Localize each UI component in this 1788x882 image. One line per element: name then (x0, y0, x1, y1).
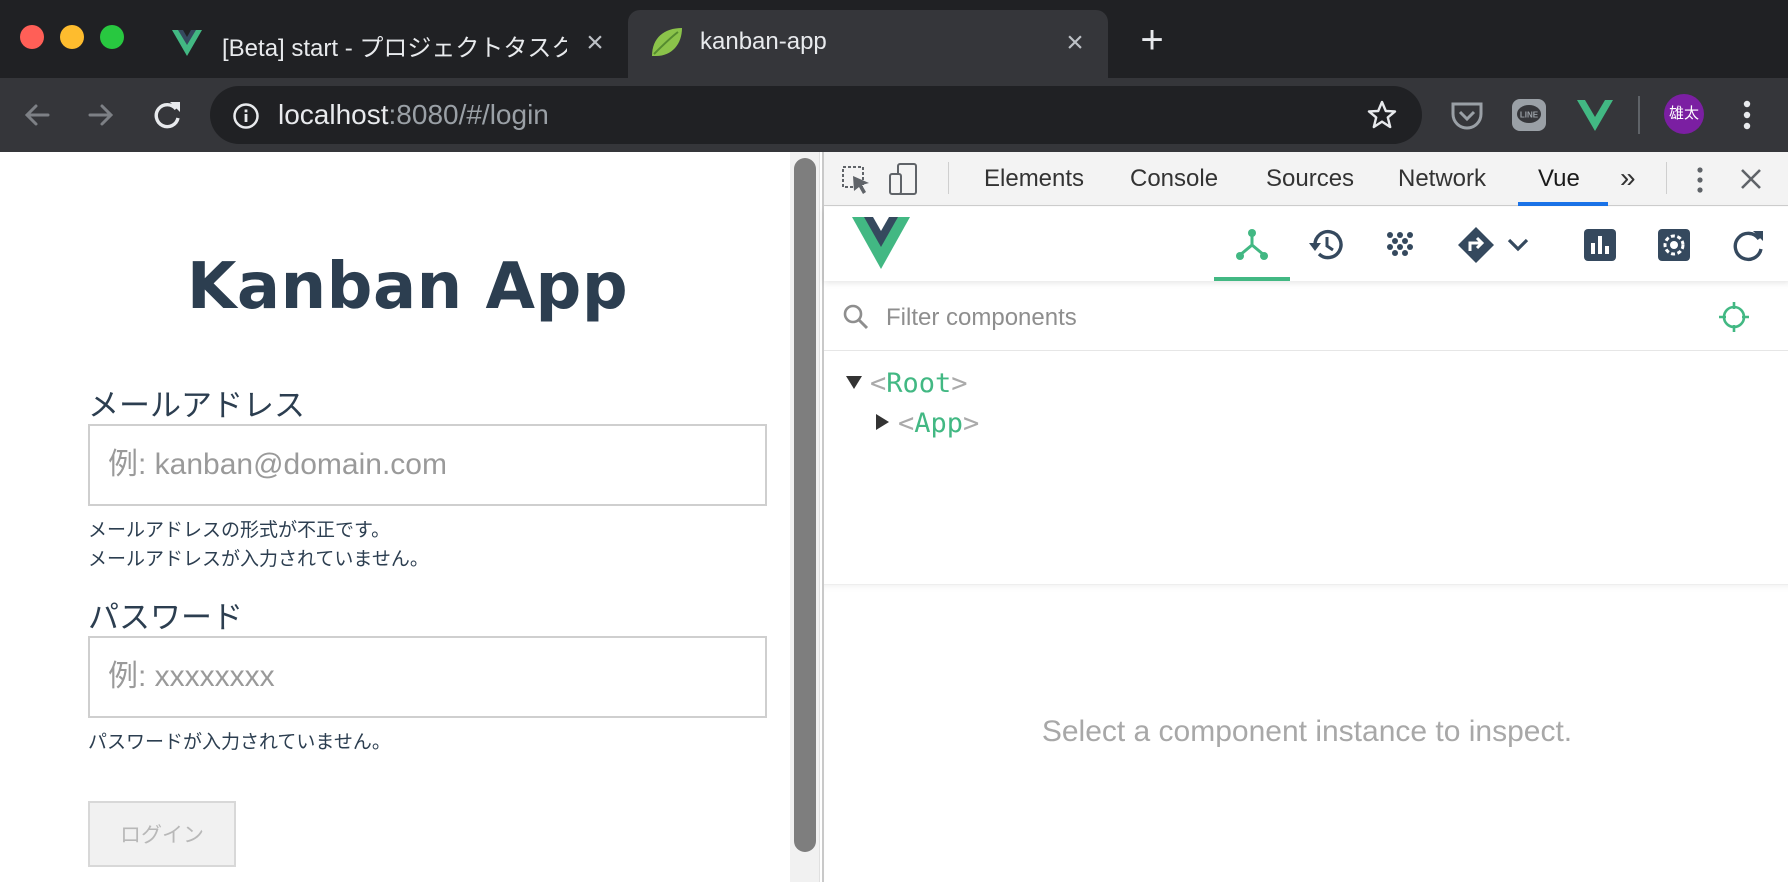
vue-logo-icon (852, 217, 910, 269)
email-error-format: メールアドレスの形式が不正です。 (88, 520, 391, 541)
tab-title: [Beta] start - プロジェクトタスク (222, 35, 567, 62)
devtools-panel: Elements Console Sources Network Vue » F… (822, 152, 1788, 882)
settings-icon[interactable] (1654, 225, 1694, 265)
email-error-required: メールアドレスが入力されていません。 (88, 549, 429, 570)
close-tab-icon[interactable]: × (1062, 28, 1088, 58)
collapsed-arrow-icon[interactable] (876, 414, 890, 430)
url-text: localhost:8080/#/login (278, 99, 549, 131)
tree-node-label: <App> (898, 408, 980, 439)
page-scrollbar[interactable] (790, 152, 820, 882)
forward-icon[interactable] (80, 94, 122, 136)
bookmark-star-icon[interactable] (1366, 99, 1398, 131)
chevron-down-icon[interactable] (1498, 225, 1538, 265)
url-path: :8080/#/login (388, 99, 549, 130)
maximize-window-button[interactable] (100, 25, 124, 49)
login-button[interactable]: ログイン (88, 801, 236, 867)
separator (1666, 162, 1667, 194)
reload-icon[interactable] (146, 94, 188, 136)
vue-logo-icon (172, 30, 202, 56)
tree-node-app[interactable]: <App> (876, 408, 979, 439)
devtools-menu-icon[interactable] (1692, 164, 1708, 196)
toolbar-divider (1638, 96, 1640, 134)
tab-console[interactable]: Console (1130, 165, 1218, 193)
performance-icon[interactable] (1580, 225, 1620, 265)
tab-sources[interactable]: Sources (1266, 165, 1354, 193)
history-icon[interactable] (1306, 225, 1346, 265)
url-host: localhost (278, 99, 389, 130)
devtools-tab-bar: Elements Console Sources Network Vue » (824, 152, 1788, 206)
close-devtools-icon[interactable] (1738, 166, 1764, 192)
new-tab-button[interactable]: + (1130, 18, 1174, 62)
tab-vue[interactable]: Vue (1538, 165, 1580, 193)
search-icon (843, 304, 869, 330)
tab-elements[interactable]: Elements (984, 165, 1084, 193)
separator (948, 162, 949, 194)
tree-node-root[interactable]: <Root> (846, 368, 968, 399)
vue-devtools-toolbar (824, 207, 1788, 281)
web-page: Kanban App メールアドレス メールアドレスの形式が不正です。 メールア… (0, 152, 790, 882)
filter-components-input[interactable] (886, 301, 1686, 335)
tree-node-label: <Root> (870, 368, 968, 399)
page-title: Kanban App (186, 250, 629, 324)
svg-text:LINE: LINE (1520, 111, 1539, 120)
email-label: メールアドレス (88, 388, 305, 423)
tab-kanban-app[interactable]: kanban-app × (628, 10, 1108, 78)
tab-beta-start[interactable]: [Beta] start - プロジェクトタスク × (150, 10, 625, 78)
tab-network[interactable]: Network (1398, 165, 1486, 193)
vue-devtools-extension-icon[interactable] (1574, 94, 1616, 136)
line-icon[interactable]: LINE (1508, 94, 1550, 136)
filter-bar (824, 283, 1788, 351)
expanded-arrow-icon[interactable] (846, 376, 862, 390)
profile-avatar[interactable]: 雄太 (1664, 94, 1704, 134)
password-error-required: パスワードが入力されていません。 (88, 732, 391, 753)
components-icon[interactable] (1232, 225, 1272, 265)
scrollbar-thumb[interactable] (794, 158, 816, 852)
tab-strip: [Beta] start - プロジェクトタスク × kanban-app × … (0, 0, 1788, 78)
close-tab-icon[interactable]: × (582, 28, 608, 58)
back-icon[interactable] (16, 94, 58, 136)
info-icon[interactable] (232, 102, 260, 130)
router-icon[interactable] (1456, 225, 1496, 265)
password-label: パスワード (88, 600, 243, 635)
component-tree: <Root> <App> (824, 352, 1788, 582)
active-vue-tab-indicator (1214, 277, 1290, 281)
more-tabs-icon[interactable]: » (1620, 162, 1636, 194)
password-field[interactable] (88, 636, 767, 718)
leaf-icon (652, 28, 682, 56)
vuex-icon[interactable] (1380, 225, 1420, 265)
browser-menu-icon[interactable] (1726, 94, 1768, 136)
browser-toolbar: localhost:8080/#/login LINE 雄太 (0, 78, 1788, 152)
tab-title: kanban-app (700, 28, 827, 55)
pocket-icon[interactable] (1446, 94, 1488, 136)
close-window-button[interactable] (20, 25, 44, 49)
component-inspector: Select a component instance to inspect. (824, 584, 1788, 882)
email-field[interactable] (88, 424, 767, 506)
refresh-icon[interactable] (1728, 225, 1768, 265)
address-bar[interactable]: localhost:8080/#/login (210, 86, 1422, 144)
minimize-window-button[interactable] (60, 25, 84, 49)
device-toolbar-icon[interactable] (888, 162, 920, 196)
active-tab-indicator (1518, 202, 1608, 206)
inspect-element-icon[interactable] (840, 164, 872, 196)
select-component-target-icon[interactable] (1718, 301, 1750, 333)
inspector-empty-message: Select a component instance to inspect. (1041, 715, 1573, 748)
